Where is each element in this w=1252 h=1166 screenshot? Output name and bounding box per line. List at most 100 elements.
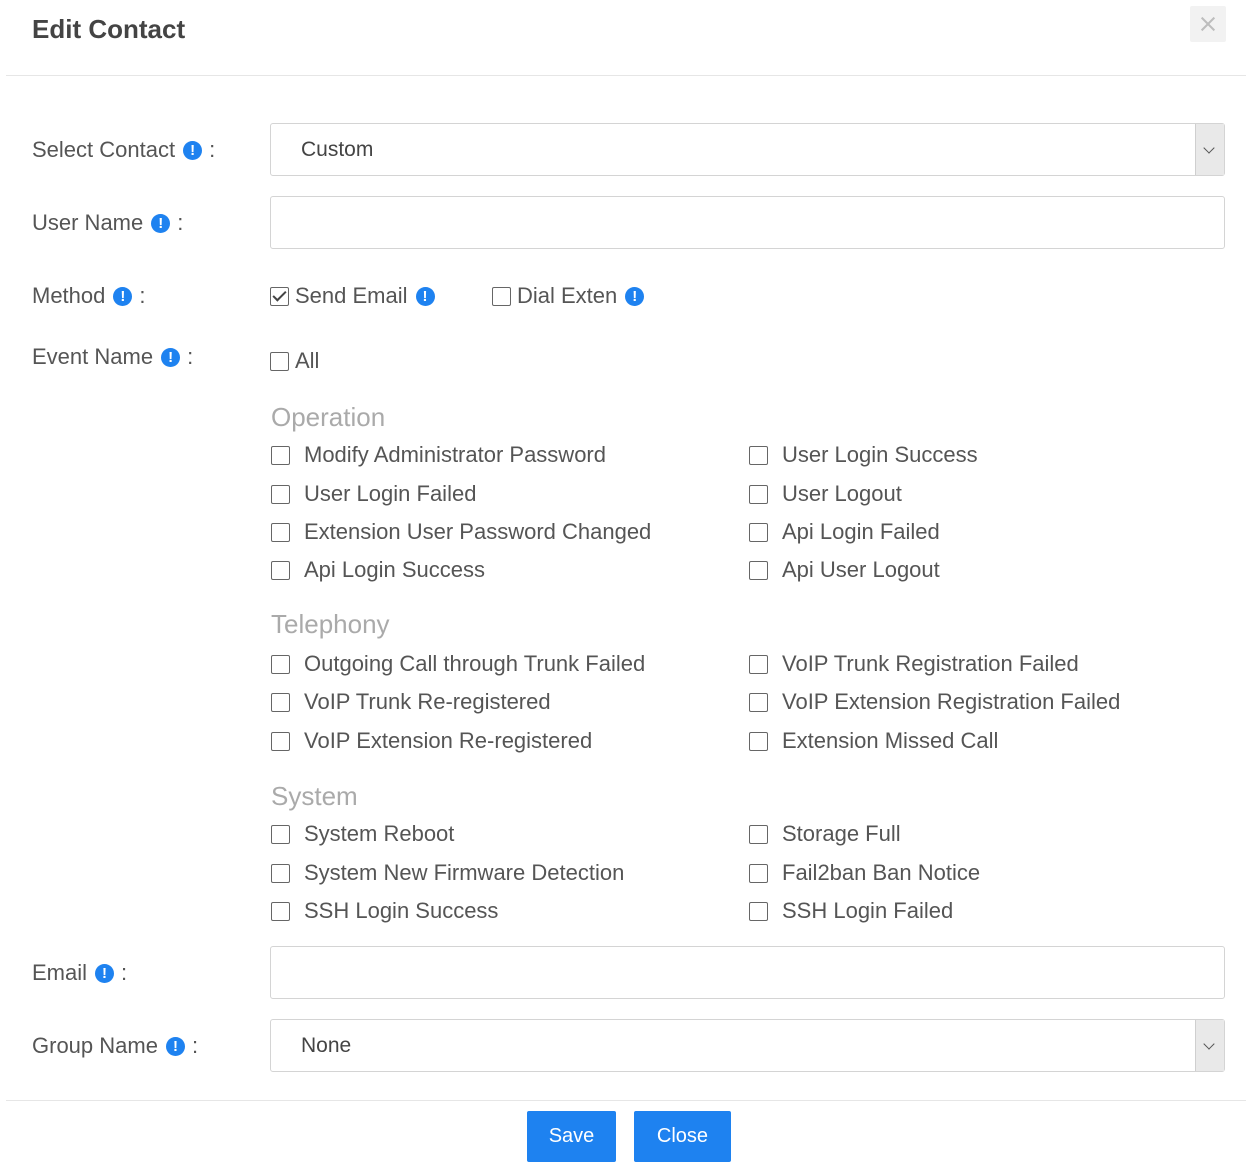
checkbox-icon[interactable] [271, 901, 290, 921]
dial-exten-checkbox[interactable]: Dial Exten ! [492, 283, 645, 309]
group-name-value: None [301, 1034, 352, 1057]
info-icon[interactable]: ! [183, 140, 203, 160]
user-name-label: User Name ! : [32, 210, 184, 235]
event-checkbox[interactable]: User Login Failed [271, 481, 476, 507]
event-checkbox[interactable]: Api Login Failed [749, 519, 940, 545]
checkbox-icon[interactable] [749, 560, 768, 580]
email-field[interactable] [270, 946, 1225, 999]
info-icon[interactable]: ! [95, 963, 115, 983]
event-checkbox[interactable]: System Reboot [271, 821, 454, 847]
close-icon[interactable] [1190, 6, 1226, 42]
group-title-telephony: Telephony [271, 609, 390, 639]
checkbox-icon[interactable] [749, 445, 768, 465]
select-contact-label-text: Select Contact [32, 137, 176, 162]
event-label: VoIP Trunk Registration Failed [782, 651, 1079, 676]
event-label: Api Login Success [304, 557, 485, 582]
email-label-text: Email [32, 960, 88, 985]
checkbox-icon[interactable] [270, 351, 289, 371]
event-checkbox[interactable]: SSH Login Failed [749, 898, 953, 924]
event-label: SSH Login Failed [782, 898, 954, 923]
group-name-label-text: Group Name [32, 1033, 158, 1058]
info-icon[interactable]: ! [165, 1036, 185, 1056]
checkbox-icon[interactable] [749, 654, 768, 674]
checkbox-icon[interactable] [749, 901, 768, 921]
save-button[interactable]: Save [527, 1111, 616, 1162]
select-contact-value: Custom [301, 138, 374, 161]
checkbox-icon[interactable] [492, 286, 511, 306]
event-checkbox[interactable]: VoIP Trunk Registration Failed [749, 651, 1079, 677]
checkbox-checked-icon[interactable] [270, 286, 289, 306]
event-checkbox[interactable]: SSH Login Success [271, 898, 498, 924]
event-checkbox[interactable]: VoIP Extension Re-registered [271, 728, 592, 754]
checkbox-icon[interactable] [271, 824, 290, 844]
send-email-checkbox[interactable]: Send Email ! [270, 283, 435, 309]
checkbox-icon[interactable] [271, 692, 290, 712]
chevron-down-icon[interactable] [1195, 124, 1224, 175]
event-checkbox[interactable]: User Logout [749, 481, 902, 507]
event-checkbox[interactable]: Extension Missed Call [749, 728, 998, 754]
checkbox-icon[interactable] [749, 824, 768, 844]
footer-divider [6, 1100, 1246, 1101]
checkbox-icon[interactable] [749, 731, 768, 751]
event-name-label-text: Event Name [32, 344, 154, 369]
event-checkbox[interactable]: Storage Full [749, 821, 901, 847]
event-label: User Logout [782, 481, 902, 506]
select-contact-dropdown[interactable]: Custom [270, 123, 1225, 176]
dialog-title: Edit Contact [32, 14, 186, 44]
send-email-label: Send Email [295, 283, 408, 308]
event-label: VoIP Extension Registration Failed [782, 689, 1121, 714]
event-label: User Login Success [782, 442, 978, 467]
group-name-dropdown[interactable]: None [270, 1019, 1225, 1072]
event-checkbox[interactable]: Fail2ban Ban Notice [749, 860, 980, 886]
event-label: User Login Failed [304, 481, 477, 506]
info-icon[interactable]: ! [415, 286, 435, 306]
event-checkbox[interactable]: Api Login Success [271, 557, 485, 583]
event-checkbox[interactable]: Extension User Password Changed [271, 519, 651, 545]
event-checkbox[interactable]: Modify Administrator Password [271, 442, 606, 468]
checkbox-icon[interactable] [271, 863, 290, 883]
event-label: System New Firmware Detection [304, 860, 625, 885]
user-name-field[interactable] [270, 196, 1225, 249]
event-checkbox[interactable]: Outgoing Call through Trunk Failed [271, 651, 645, 677]
event-label: Modify Administrator Password [304, 442, 606, 467]
event-name-label: Event Name ! : [32, 344, 194, 369]
event-label: System Reboot [304, 821, 455, 846]
event-checkbox[interactable]: VoIP Extension Registration Failed [749, 689, 1120, 715]
header-divider [6, 75, 1246, 76]
info-icon[interactable]: ! [151, 213, 171, 233]
event-checkbox[interactable]: Api User Logout [749, 557, 940, 583]
event-label: Extension Missed Call [782, 728, 999, 753]
user-name-input[interactable] [271, 197, 1224, 248]
group-name-label: Group Name ! : [32, 1033, 199, 1058]
group-title-system: System [271, 781, 358, 811]
event-checkbox[interactable]: User Login Success [749, 442, 978, 468]
checkbox-icon[interactable] [271, 731, 290, 751]
info-icon[interactable]: ! [113, 286, 133, 306]
all-events-checkbox[interactable]: All [270, 348, 319, 374]
checkbox-icon[interactable] [749, 863, 768, 883]
event-label: Fail2ban Ban Notice [782, 860, 981, 885]
email-label: Email ! : [32, 960, 128, 985]
email-input[interactable] [271, 947, 1224, 998]
dial-exten-label: Dial Exten [517, 283, 618, 308]
group-title-operation: Operation [271, 402, 386, 432]
event-label: VoIP Extension Re-registered [304, 728, 593, 753]
checkbox-icon[interactable] [271, 445, 290, 465]
select-contact-label: Select Contact ! : [32, 137, 216, 162]
event-label: Api User Logout [782, 557, 940, 582]
checkbox-icon[interactable] [271, 484, 290, 504]
checkbox-icon[interactable] [749, 522, 768, 542]
close-button[interactable]: Close [634, 1111, 731, 1162]
event-checkbox[interactable]: System New Firmware Detection [271, 860, 624, 886]
chevron-down-icon[interactable] [1195, 1020, 1224, 1071]
event-checkbox[interactable]: VoIP Trunk Re-registered [271, 689, 551, 715]
checkbox-icon[interactable] [271, 522, 290, 542]
checkbox-icon[interactable] [749, 484, 768, 504]
info-icon[interactable]: ! [625, 286, 645, 306]
info-icon[interactable]: ! [161, 347, 181, 367]
checkbox-icon[interactable] [271, 654, 290, 674]
event-label: Extension User Password Changed [304, 519, 652, 544]
event-label: Outgoing Call through Trunk Failed [304, 651, 646, 676]
checkbox-icon[interactable] [271, 560, 290, 580]
checkbox-icon[interactable] [749, 692, 768, 712]
